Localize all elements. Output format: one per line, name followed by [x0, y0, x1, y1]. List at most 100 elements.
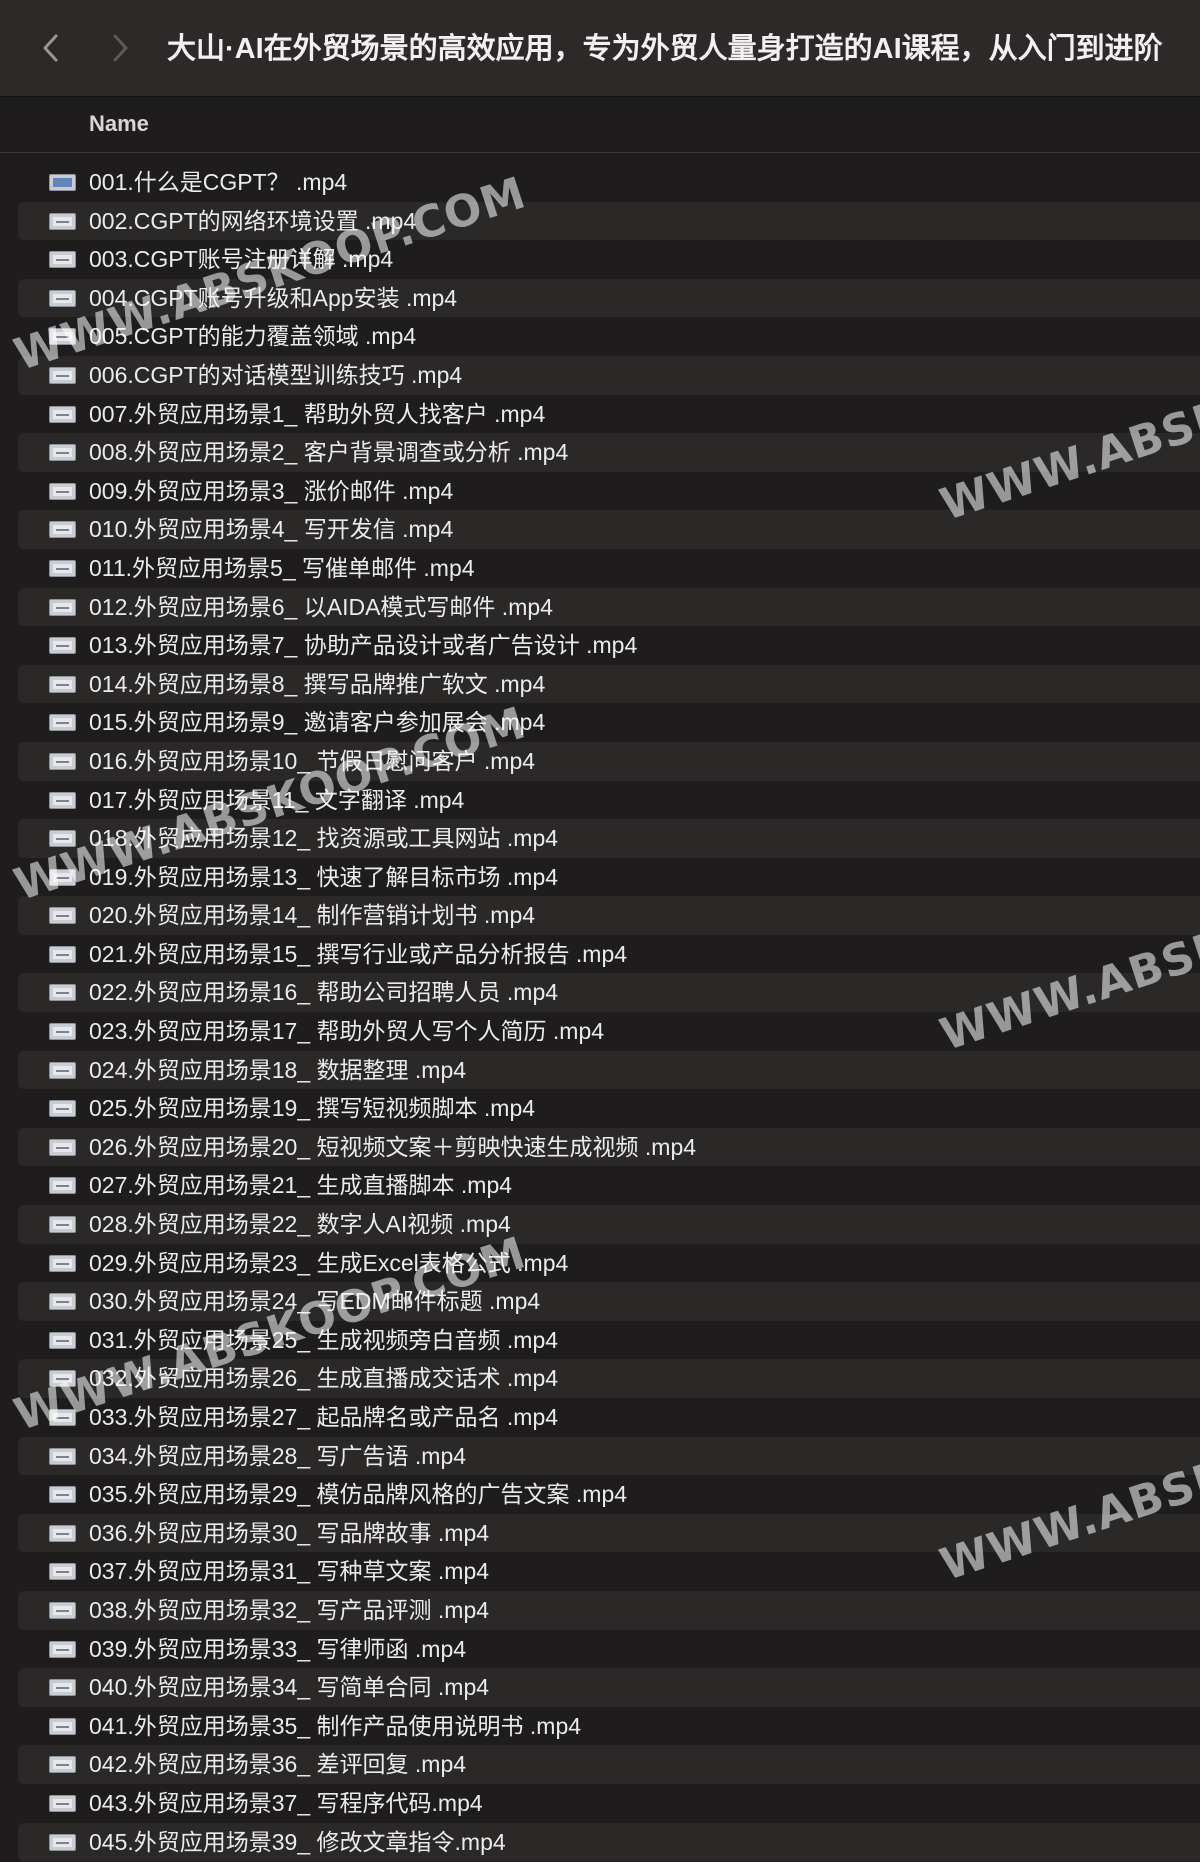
file-row[interactable]: 003.CGPT账号注册详解 .mp4 [18, 240, 1200, 279]
file-row[interactable]: 009.外贸应用场景3_ 涨价邮件 .mp4 [18, 472, 1200, 511]
file-row[interactable]: 021.外贸应用场景15_ 撰写行业或产品分析报告 .mp4 [18, 935, 1200, 974]
list-header: Name [0, 97, 1200, 153]
file-row[interactable]: 020.外贸应用场景14_ 制作营销计划书 .mp4 [18, 896, 1200, 935]
file-row[interactable]: 016.外贸应用场景10_ 节假日慰问客户 .mp4 [18, 741, 1200, 781]
video-file-icon [49, 1370, 76, 1388]
video-file-icon [49, 1833, 76, 1851]
file-row[interactable]: 004.CGPT账号升级和App安装 .mp4 [18, 278, 1200, 318]
file-row[interactable]: 007.外贸应用场景1_ 帮助外贸人找客户 .mp4 [18, 395, 1200, 434]
file-name: 018.外贸应用场景12_ 找资源或工具网站 .mp4 [89, 825, 559, 852]
file-name: 021.外贸应用场景15_ 撰写行业或产品分析报告 .mp4 [89, 940, 628, 967]
back-button[interactable] [31, 28, 71, 68]
file-name: 042.外贸应用场景36_ 差评回复 .mp4 [89, 1751, 467, 1778]
file-row[interactable]: 029.外贸应用场景23_ 生成Excel表格公式 .mp4 [18, 1244, 1200, 1283]
video-file-icon [49, 1524, 76, 1542]
file-row[interactable]: 011.外贸应用场景5_ 写催单邮件 .mp4 [18, 549, 1200, 588]
video-file-icon [49, 868, 76, 886]
file-row[interactable]: 024.外贸应用场景18_ 数据整理 .mp4 [18, 1050, 1200, 1090]
file-row[interactable]: 012.外贸应用场景6_ 以AIDA模式写邮件 .mp4 [18, 587, 1200, 627]
file-row[interactable]: 006.CGPT的对话模型训练技巧 .mp4 [18, 355, 1200, 395]
file-row[interactable]: 034.外贸应用场景28_ 写广告语 .mp4 [18, 1436, 1200, 1476]
column-header-name[interactable]: Name [89, 111, 149, 137]
video-file-icon [49, 714, 76, 732]
video-file-icon [49, 251, 76, 269]
file-row[interactable]: 045.外贸应用场景39_ 修改文章指令.mp4 [18, 1822, 1200, 1862]
file-row[interactable]: 018.外贸应用场景12_ 找资源或工具网站 .mp4 [18, 819, 1200, 858]
file-name: 009.外贸应用场景3_ 涨价邮件 .mp4 [89, 477, 454, 504]
video-file-icon [49, 830, 76, 848]
file-row[interactable]: 001.什么是CGPT？ .mp4 [18, 163, 1200, 202]
video-file-icon [49, 675, 76, 693]
file-row[interactable]: 041.外贸应用场景35_ 制作产品使用说明书 .mp4 [18, 1707, 1200, 1746]
file-row[interactable]: 026.外贸应用场景20_ 短视频文案＋剪映快速生成视频 .mp4 [18, 1127, 1200, 1167]
file-name: 030.外贸应用场景24_ 写EDM邮件标题 .mp4 [89, 1288, 541, 1315]
file-name: 011.外贸应用场景5_ 写催单邮件 .mp4 [89, 554, 475, 581]
video-file-icon [49, 1409, 76, 1426]
file-row[interactable]: 028.外贸应用场景22_ 数字人AI视频 .mp4 [18, 1205, 1200, 1244]
video-file-icon [49, 945, 76, 963]
video-file-icon [49, 791, 76, 809]
file-row[interactable]: 022.外贸应用场景16_ 帮助公司招聘人员 .mp4 [18, 973, 1200, 1013]
file-name: 024.外贸应用场景18_ 数据整理 .mp4 [89, 1056, 467, 1083]
video-file-icon [49, 1447, 76, 1465]
file-row[interactable]: 032.外贸应用场景26_ 生成直播成交话术 .mp4 [18, 1359, 1200, 1398]
video-file-icon [49, 1177, 76, 1195]
video-file-icon [49, 1331, 76, 1349]
video-file-icon [49, 521, 76, 539]
file-row[interactable]: 036.外贸应用场景30_ 写品牌故事 .mp4 [18, 1513, 1200, 1553]
file-row[interactable]: 033.外贸应用场景27_ 起品牌名或产品名 .mp4 [18, 1398, 1200, 1437]
file-row[interactable]: 013.外贸应用场景7_ 协助产品设计或者广告设计 .mp4 [18, 626, 1200, 665]
video-file-icon [49, 328, 76, 346]
file-row[interactable]: 023.外贸应用场景17_ 帮助外贸人写个人简历 .mp4 [18, 1012, 1200, 1051]
forward-button[interactable] [100, 28, 140, 68]
video-file-icon [49, 1794, 76, 1812]
file-row[interactable]: 031.外贸应用场景25_ 生成视频旁白音频 .mp4 [18, 1321, 1200, 1360]
video-file-icon [49, 1023, 76, 1041]
file-row[interactable]: 043.外贸应用场景37_ 写程序代码.mp4 [18, 1784, 1200, 1823]
file-row[interactable]: 019.外贸应用场景13_ 快速了解目标市场 .mp4 [18, 858, 1200, 897]
file-row[interactable]: 014.外贸应用场景8_ 撰写品牌推广软文 .mp4 [18, 664, 1200, 704]
file-row[interactable]: 042.外贸应用场景36_ 差评回复 .mp4 [18, 1745, 1200, 1784]
file-row[interactable]: 039.外贸应用场景33_ 写律师函 .mp4 [18, 1630, 1200, 1669]
video-file-icon [49, 1138, 76, 1156]
file-list: 001.什么是CGPT？ .mp4 002.CGPT的网络环境设置 .mp4 003… [0, 163, 1200, 1862]
chevron-left-icon [43, 34, 58, 62]
video-file-icon [49, 1061, 76, 1079]
file-name: 033.外贸应用场景27_ 起品牌名或产品名 .mp4 [89, 1404, 559, 1430]
file-name: 045.外贸应用场景39_ 修改文章指令.mp4 [89, 1828, 506, 1855]
file-name: 039.外贸应用场景33_ 写律师函 .mp4 [89, 1635, 467, 1662]
file-row[interactable]: 040.外贸应用场景34_ 写简单合同 .mp4 [18, 1668, 1200, 1707]
video-file-icon [49, 1601, 76, 1619]
file-row[interactable]: 030.外贸应用场景24_ 写EDM邮件标题 .mp4 [18, 1282, 1200, 1321]
video-file-icon [49, 1216, 76, 1234]
file-row[interactable]: 027.外贸应用场景21_ 生成直播脚本 .mp4 [18, 1166, 1200, 1205]
file-name: 013.外贸应用场景7_ 协助产品设计或者广告设计 .mp4 [89, 632, 638, 659]
video-file-icon [49, 405, 76, 423]
window-title: 大山·AI在外贸场景的高效应用，专为外贸人量身打造的AI课程，从入门到进阶 [167, 33, 1163, 65]
file-name: 027.外贸应用场景21_ 生成直播脚本 .mp4 [89, 1172, 513, 1199]
file-name: 014.外贸应用场景8_ 撰写品牌推广软文 .mp4 [89, 670, 546, 697]
file-row[interactable]: 037.外贸应用场景31_ 写种草文案 .mp4 [18, 1552, 1200, 1591]
file-row[interactable]: 008.外贸应用场景2_ 客户背景调查或分析 .mp4 [18, 433, 1200, 472]
file-row[interactable]: 002.CGPT的网络环境设置 .mp4 [18, 201, 1200, 241]
file-name: 006.CGPT的对话模型训练技巧 .mp4 [89, 361, 463, 388]
file-row[interactable]: 035.外贸应用场景29_ 模仿品牌风格的广告文案 .mp4 [18, 1475, 1200, 1514]
file-name: 002.CGPT的网络环境设置 .mp4 [89, 207, 417, 234]
file-row[interactable]: 017.外贸应用场景11_ 文字翻译 .mp4 [18, 781, 1200, 820]
file-name: 026.外贸应用场景20_ 短视频文案＋剪映快速生成视频 .mp4 [89, 1133, 697, 1160]
file-row[interactable]: 005.CGPT的能力覆盖领域 .mp4 [18, 317, 1200, 356]
file-name: 023.外贸应用场景17_ 帮助外贸人写个人简历 .mp4 [89, 1018, 605, 1045]
file-name: 019.外贸应用场景13_ 快速了解目标市场 .mp4 [89, 863, 559, 890]
file-name: 001.什么是CGPT？ .mp4 [89, 169, 348, 195]
video-file-icon [49, 1563, 76, 1581]
file-name: 007.外贸应用场景1_ 帮助外贸人找客户 .mp4 [89, 400, 546, 427]
file-row[interactable]: 015.外贸应用场景9_ 邀请客户参加展会 .mp4 [18, 703, 1200, 742]
video-file-icon [49, 1100, 76, 1118]
file-name: 035.外贸应用场景29_ 模仿品牌风格的广告文案 .mp4 [89, 1481, 628, 1508]
file-row[interactable]: 010.外贸应用场景4_ 写开发信 .mp4 [18, 510, 1200, 549]
file-row[interactable]: 025.外贸应用场景19_ 撰写短视频脚本 .mp4 [18, 1089, 1200, 1128]
file-name: 022.外贸应用场景16_ 帮助公司招聘人员 .mp4 [89, 979, 559, 1006]
video-file-icon [49, 752, 76, 770]
file-row[interactable]: 038.外贸应用场景32_ 写产品评测 .mp4 [18, 1590, 1200, 1630]
video-file-icon [49, 984, 76, 1002]
